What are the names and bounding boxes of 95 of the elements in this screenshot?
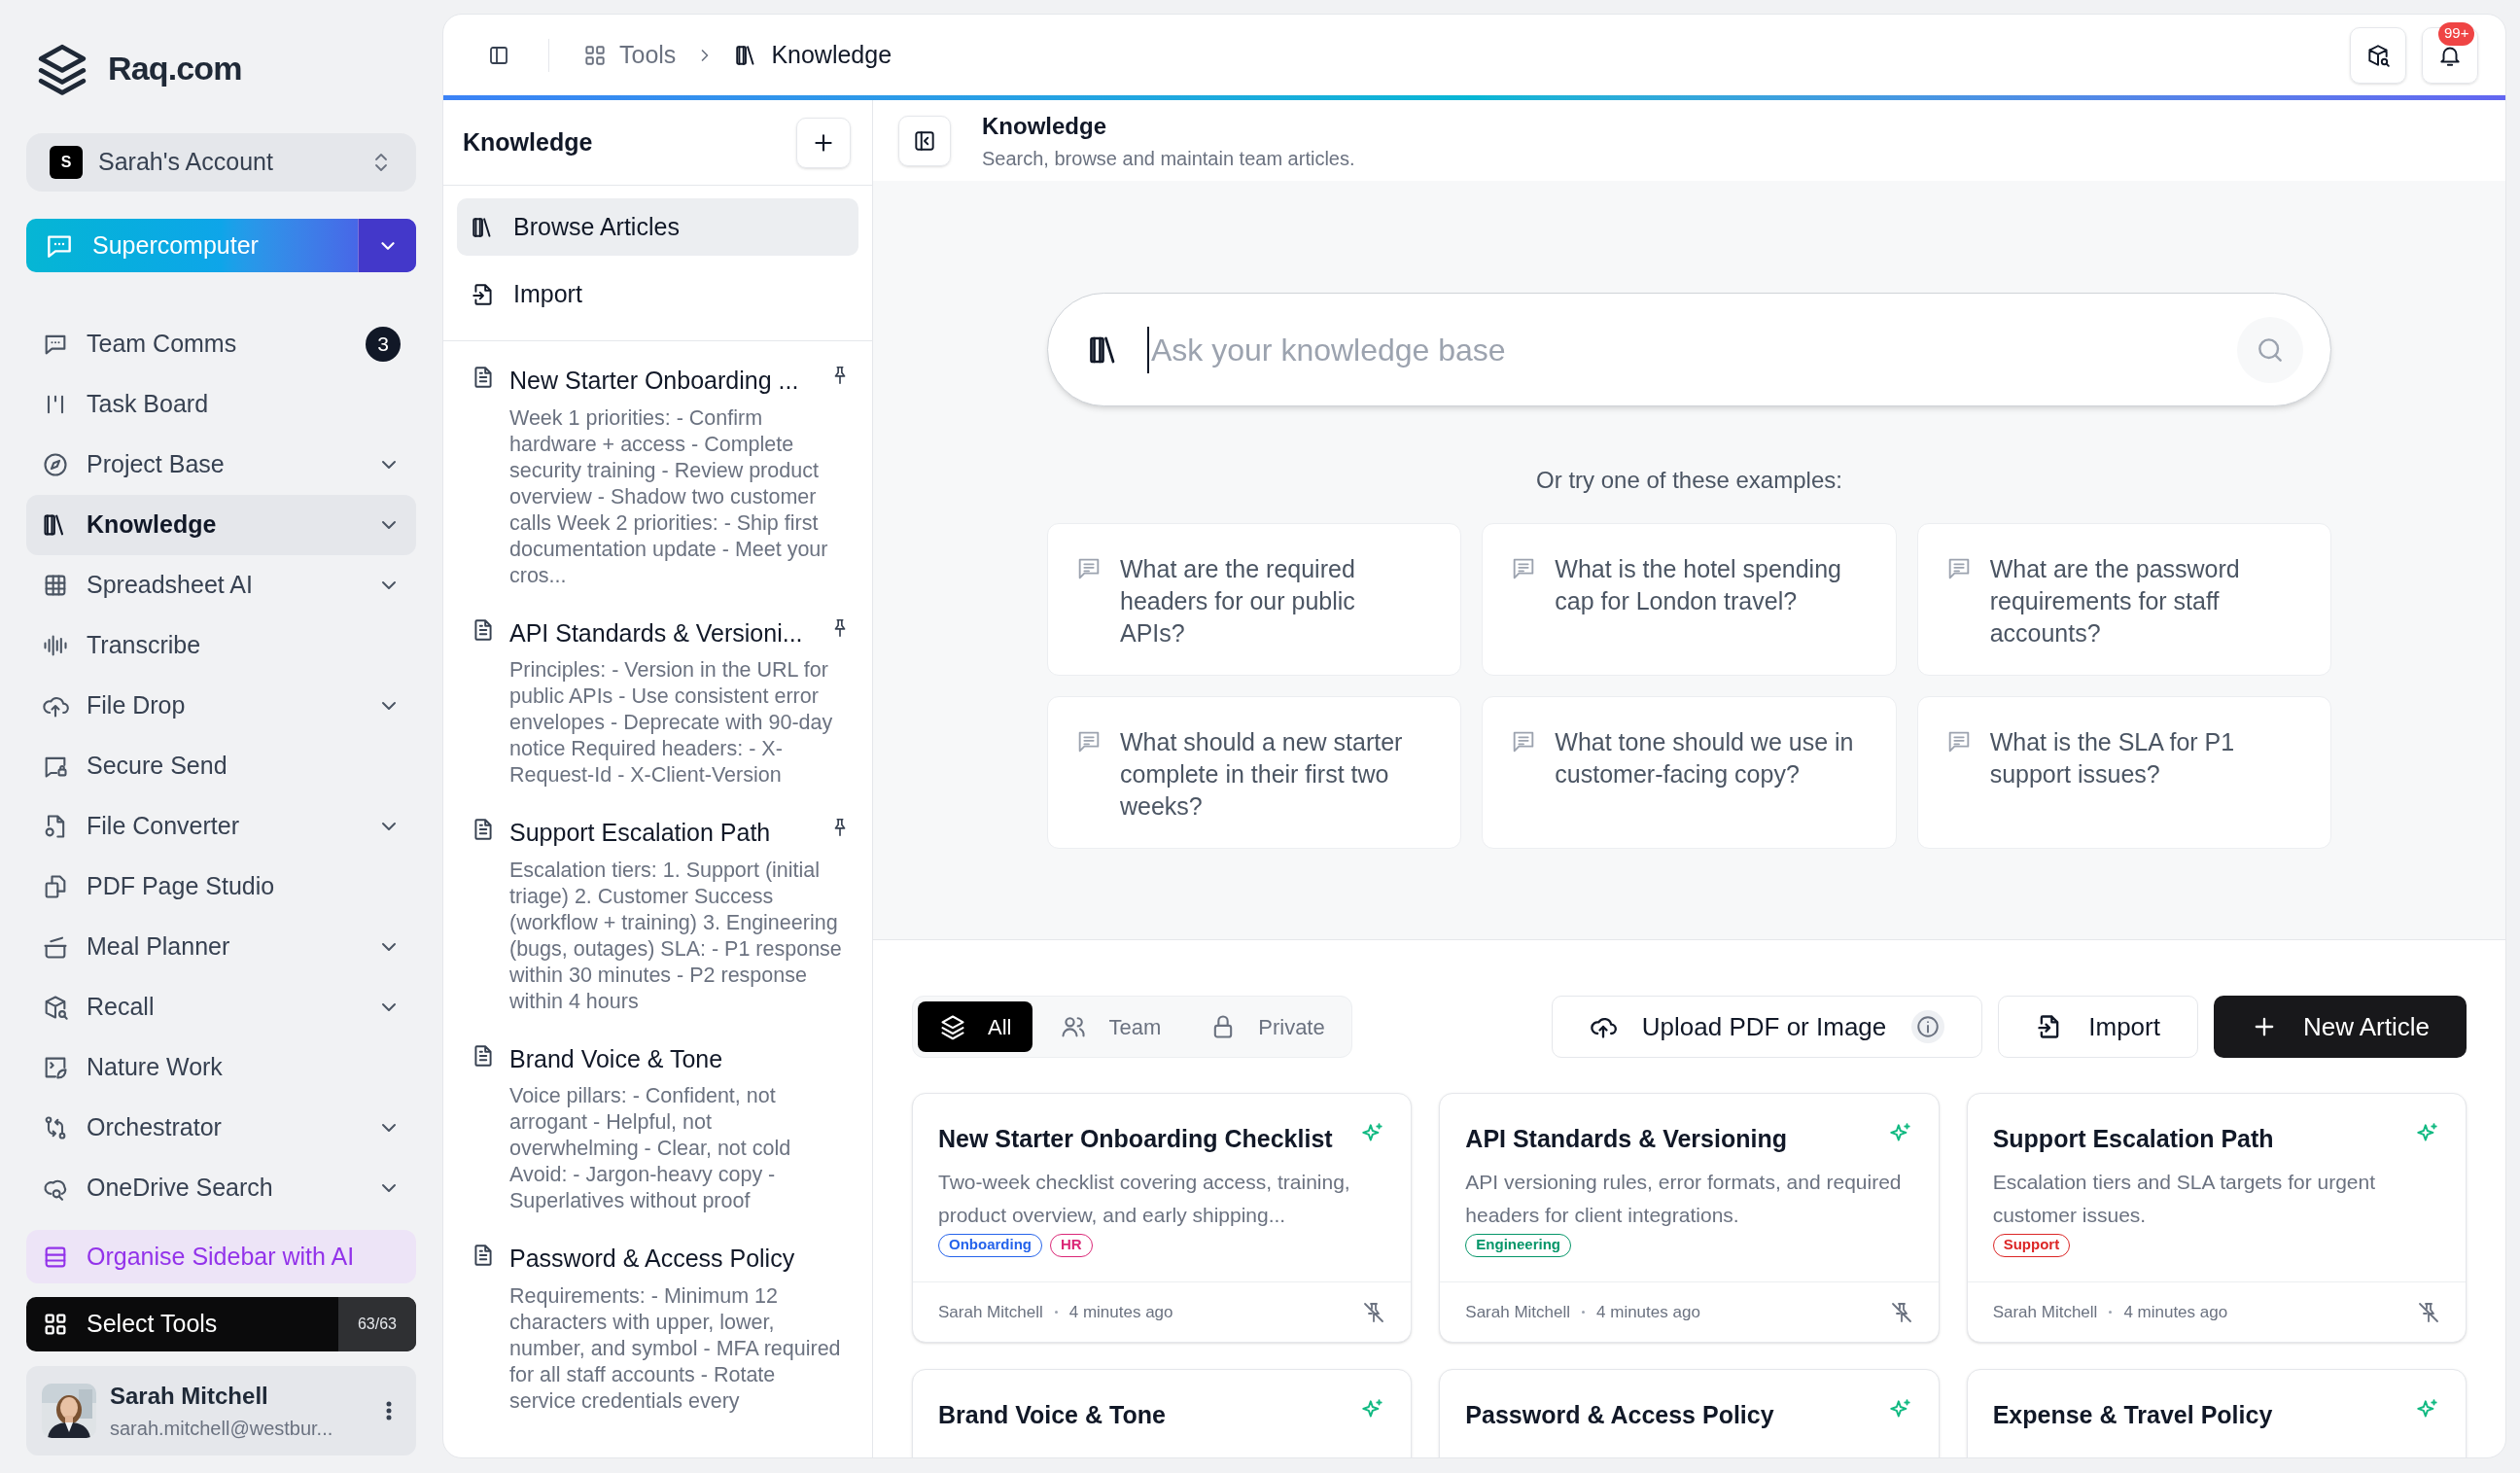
card-description: Escalation tiers and SLA targets for urgent customer issues. — [1992, 1169, 2377, 1228]
info-icon — [1915, 1014, 1942, 1039]
example-question-card[interactable]: What is the hotel spending cap for London travel? — [1482, 523, 1897, 676]
card-author: Sarah Mitchell — [938, 1301, 1043, 1323]
pin-off-icon — [1889, 1300, 1913, 1324]
sidebar-item[interactable]: File Drop — [26, 676, 416, 736]
breadcrumb-link[interactable]: Tools — [582, 36, 677, 74]
unpin-button[interactable] — [1362, 1300, 1386, 1324]
article-link[interactable]: API Standards & Versioni... — [509, 614, 822, 651]
sidebar-item[interactable]: File Converter — [26, 796, 416, 857]
example-question-card[interactable]: What are the required headers for our public APIs? — [1047, 523, 1462, 676]
breadcrumb-link[interactable]: Knowledge — [734, 36, 892, 74]
logo-text: Raq.com — [108, 48, 242, 88]
sidebar-item[interactable]: Spreadsheet AI — [26, 555, 416, 615]
panel-title: Knowledge — [463, 126, 593, 158]
article-link[interactable]: Brand Voice & Tone — [509, 1040, 851, 1077]
card-title: Password & Access Policy — [1465, 1400, 1774, 1430]
examples-heading: Or try one of these examples: — [1536, 466, 1842, 495]
organise-sidebar-button[interactable]: Organise Sidebar with AI — [26, 1230, 416, 1283]
tool-count: 63/63 — [338, 1297, 416, 1351]
card-time: 4 minutes ago — [2123, 1301, 2229, 1323]
sidebar-item[interactable]: Team Comms 3 — [26, 314, 416, 374]
article-card[interactable]: API Standards & Versioning API versioning rules, error formats, and required headers for client integrations. Engineering Sarah Mitchell 4 minutes ago — [1439, 1093, 1940, 1343]
upload-button[interactable]: Upload PDF or Image — [1551, 996, 1983, 1058]
recall-button[interactable] — [2350, 26, 2406, 84]
card-time: 4 minutes ago — [1596, 1301, 1701, 1323]
article-link[interactable]: New Starter Onboarding ... — [509, 363, 822, 400]
article-card[interactable]: Brand Voice & Tone — [912, 1369, 1413, 1457]
panel-menu-item[interactable]: Browse Articles — [457, 198, 858, 256]
article-preview: Requirements: - Minimum 12 characters with upper, lower, number, and symbol - MFA required for all staff accounts - Rotate service credentials every — [509, 1282, 842, 1415]
account-avatar: S — [50, 146, 83, 179]
article-card[interactable]: New Starter Onboarding Checklist Two-week checklist covering access, training, product overview, and early shipping... Onboarding HR Sarah Mitchell 4 minutes ago — [912, 1093, 1413, 1343]
dropdown-button[interactable] — [358, 219, 416, 272]
card-title: New Starter Onboarding Checklist — [938, 1124, 1333, 1154]
page-subtitle: Search, browse and maintain team articles. — [982, 146, 1355, 171]
panel-menu-item[interactable]: Import — [457, 265, 858, 323]
card-author: Sarah Mitchell — [1465, 1301, 1571, 1323]
filter-tab[interactable]: All — [918, 1001, 1033, 1052]
box-search-icon — [2365, 42, 2391, 68]
pin-off-icon — [1362, 1300, 1386, 1324]
sidebar-item[interactable]: Transcribe — [26, 615, 416, 676]
article-card[interactable]: Support Escalation Path Escalation tiers and SLA targets for urgent customer issues. Support Sarah Mitchell 4 minutes ago — [1966, 1093, 2467, 1343]
pin-off-icon — [2417, 1300, 2440, 1324]
new-article-button[interactable]: New Article — [2213, 996, 2467, 1058]
unpin-button[interactable] — [2417, 1300, 2440, 1324]
sidebar-item[interactable]: Nature Work — [26, 1037, 416, 1098]
sidebar-item[interactable]: Recall — [26, 977, 416, 1037]
example-question-card[interactable]: What are the password requirements for staff accounts? — [1916, 523, 2331, 676]
sidebar-item[interactable]: Secure Send — [26, 736, 416, 796]
count-badge: 3 — [366, 327, 401, 362]
account-switcher[interactable]: S Sarah's Account — [26, 133, 416, 192]
card-title: Support Escalation Path — [1992, 1124, 2274, 1154]
user-email: sarah.mitchell@westbur... — [110, 1417, 334, 1441]
sidebar-item[interactable]: Task Board — [26, 374, 416, 435]
sidebar-item[interactable]: Meal Planner — [26, 917, 416, 977]
article-preview: Principles: - Version in the URL for public APIs - Use consistent error envelopes - Deprecate with 90-day notice Required headers: - X-Request-Id - X-Client-Version — [509, 657, 834, 789]
card-title: Expense & Travel Policy — [1992, 1400, 2273, 1430]
unpin-button[interactable] — [1889, 1300, 1913, 1324]
import-button[interactable]: Import — [1998, 996, 2198, 1058]
sidebar-item[interactable]: PDF Page Studio — [26, 857, 416, 917]
example-question-card[interactable]: What should a new starter complete in their first two weeks? — [1047, 696, 1462, 849]
user-name: Sarah Mitchell — [110, 1382, 269, 1411]
search-input[interactable]: Ask your knowledge base — [1147, 326, 2212, 373]
article-card[interactable]: Password & Access Policy — [1439, 1369, 1940, 1457]
card-title: Brand Voice & Tone — [938, 1400, 1166, 1430]
search-field[interactable]: Ask your knowledge base — [1047, 293, 2331, 406]
card-author: Sarah Mitchell — [1992, 1301, 2098, 1323]
page-title: Knowledge — [982, 111, 1107, 141]
card-description: API versioning rules, error formats, and required headers for client integrations. — [1465, 1169, 1903, 1228]
card-time: 4 minutes ago — [1068, 1301, 1174, 1323]
card-title: API Standards & Versioning — [1465, 1124, 1787, 1154]
layers-icon — [939, 1013, 966, 1040]
example-question-card[interactable]: What tone should we use in customer-facing copy? — [1482, 696, 1897, 849]
user-card[interactable]: Sarah Mitchell sarah.mitchell@westbur... — [26, 1366, 416, 1455]
article-preview: Voice pillars: - Confident, not arrogant - Helpful, not overwhelming - Clear, not cold Avoid: - Jargon-heavy copy - Superlatives without proof — [509, 1083, 792, 1214]
select-tools-button[interactable]: Select Tools — [26, 1297, 338, 1351]
notification-badge: 99+ — [2438, 21, 2475, 46]
sidebar-item[interactable]: Orchestrator — [26, 1098, 416, 1158]
more-icon — [386, 1399, 392, 1422]
card-description: Two-week checklist covering access, training, product overview, and early shipping... — [938, 1169, 1351, 1228]
article-preview: Escalation tiers: 1. Support (initial triage) 2. Customer Success (workflow + training) 3. Engineering (bugs, outages) SLA: - P1 response within 30 minutes - P2 response within 4 hours — [509, 857, 843, 1015]
article-link[interactable]: Support Escalation Path — [509, 815, 822, 852]
example-question-card[interactable]: What is the SLA for P1 support issues? — [1916, 696, 2331, 849]
account-name: Sarah's Account — [98, 147, 274, 178]
add-button[interactable] — [796, 117, 851, 168]
sidebar-item[interactable]: Project Base — [26, 435, 416, 495]
article-preview: Week 1 priorities: - Confirm hardware + access - Complete security training - Review product overview - Shadow two customer calls Week 2 priorities: - Ship first documentation update - Meet your cros... — [509, 404, 829, 589]
article-link[interactable]: Password & Access Policy — [509, 1241, 851, 1278]
sidebar-item[interactable]: OneDrive Search — [26, 1158, 416, 1218]
article-card[interactable]: Expense & Travel Policy — [1966, 1369, 2467, 1457]
filter-tab[interactable]: Team — [1038, 1001, 1183, 1052]
collapse-panel-button[interactable] — [898, 115, 951, 166]
sidebar-item[interactable]: Knowledge — [26, 495, 416, 555]
compass-icon — [42, 451, 69, 478]
filter-tab[interactable]: Private — [1188, 1001, 1347, 1052]
